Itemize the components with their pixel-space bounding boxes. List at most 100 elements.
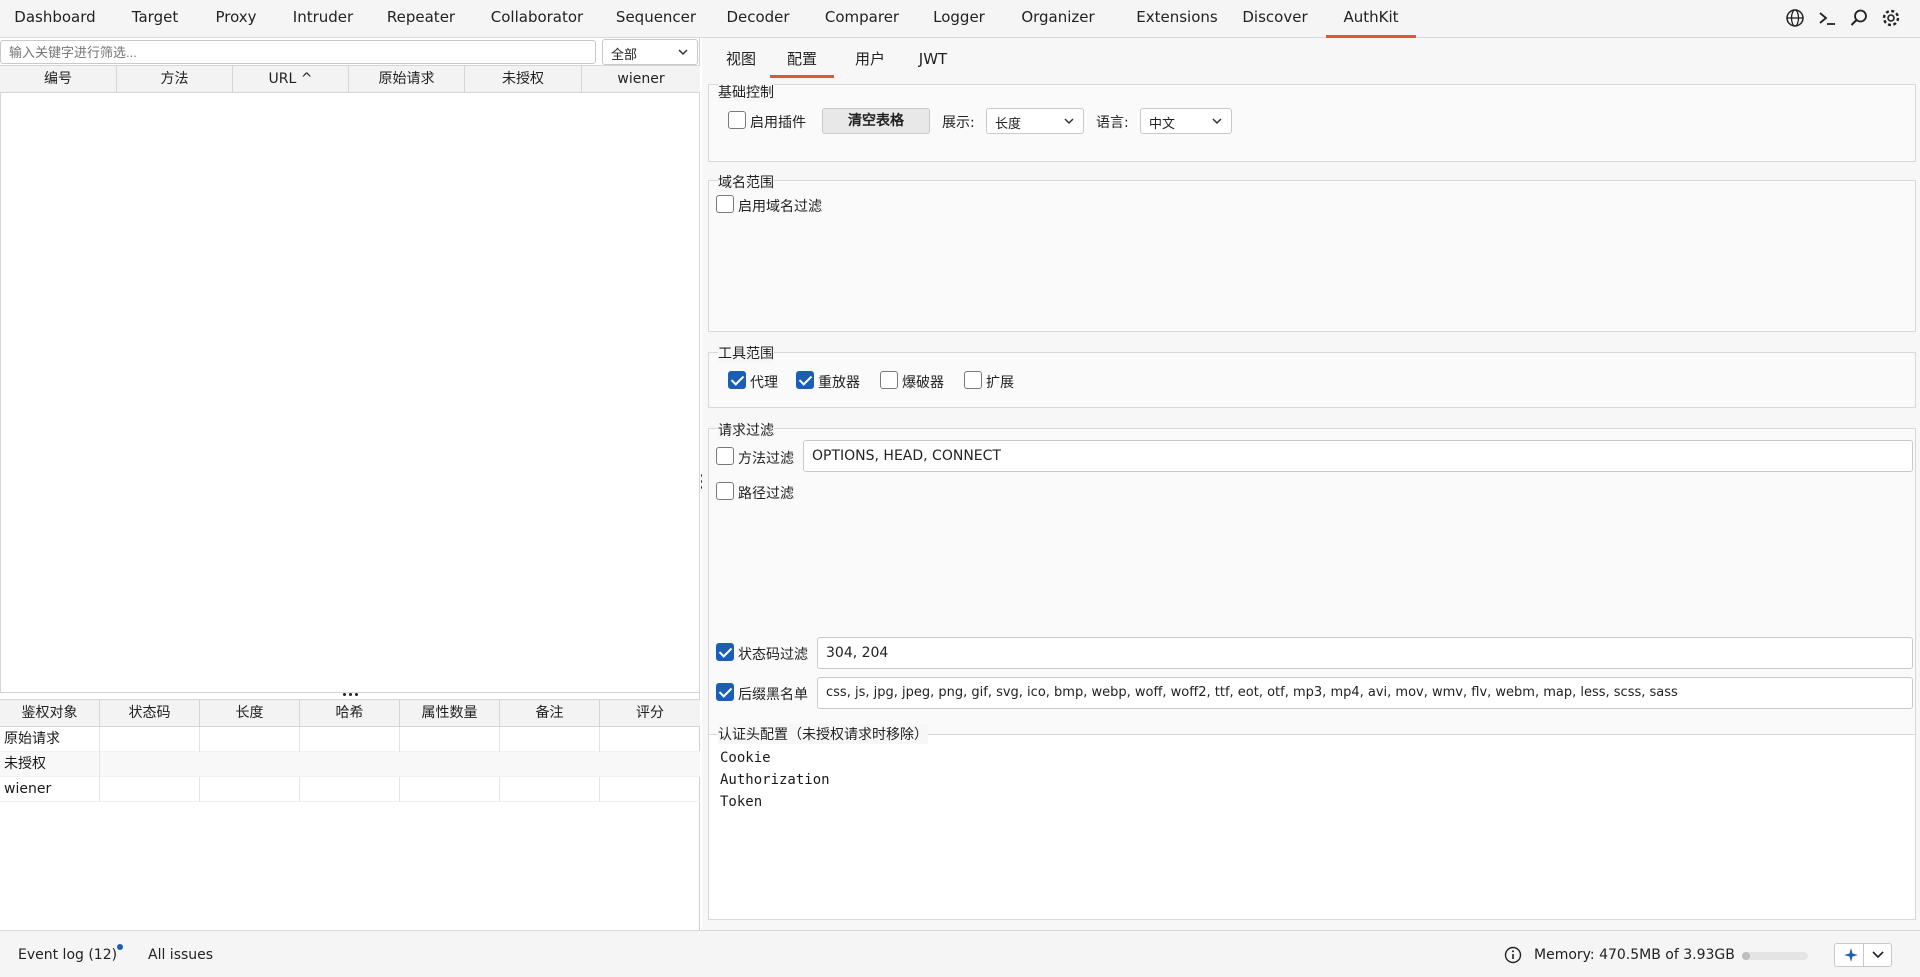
tab-authkit[interactable]: AuthKit — [1326, 0, 1416, 38]
tab-repeater[interactable]: Repeater — [376, 0, 466, 38]
globe-icon[interactable] — [1782, 5, 1808, 31]
auth-header-line: Token — [720, 794, 763, 810]
table-row[interactable]: 未授权 — [0, 752, 700, 777]
ai-assist-button[interactable] — [1834, 943, 1892, 967]
tab-decoder[interactable]: Decoder — [714, 0, 802, 38]
extensions-checkbox[interactable] — [964, 371, 982, 389]
col-score[interactable]: 评分 — [600, 700, 700, 726]
method-filter-label: 方法过滤 — [738, 451, 794, 467]
memory-bar-fill — [1742, 952, 1750, 960]
auth-header-line: Cookie — [720, 750, 771, 766]
tool-scope-title: 工具范围 — [718, 343, 774, 363]
method-filter-checkbox[interactable] — [716, 447, 734, 465]
clear-table-button[interactable]: 清空表格 — [822, 108, 930, 134]
table-row[interactable]: wiener — [0, 777, 700, 802]
chevron-down-icon — [677, 46, 689, 62]
scope-select-value: 全部 — [611, 48, 638, 63]
tab-extensions[interactable]: Extensions — [1122, 0, 1232, 38]
domain-scope-title: 域名范围 — [718, 172, 774, 192]
path-filter-checkbox[interactable] — [716, 482, 734, 500]
col-hash[interactable]: 哈希 — [300, 700, 400, 726]
auth-headers-textarea[interactable]: Cookie Authorization Token — [720, 747, 1910, 813]
domain-scope-group — [708, 180, 1916, 332]
subtab-view[interactable]: 视图 — [714, 48, 768, 78]
proxy-checkbox[interactable] — [728, 371, 746, 389]
auth-header-line: Authorization — [720, 772, 830, 788]
subtab-jwt[interactable]: JWT — [902, 48, 964, 78]
chevron-down-icon — [1211, 115, 1223, 131]
top-nav: Dashboard Target Proxy Intruder Repeater… — [0, 0, 1920, 38]
tab-comparer[interactable]: Comparer — [812, 0, 912, 38]
extensions-label: 扩展 — [986, 375, 1014, 391]
subtab-users[interactable]: 用户 — [840, 48, 900, 78]
language-select-value: 中文 — [1149, 117, 1176, 132]
col-unauth[interactable]: 未授权 — [465, 66, 582, 92]
intruder-checkbox[interactable] — [880, 371, 898, 389]
col-auth-object[interactable]: 鉴权对象 — [0, 700, 100, 726]
tab-collaborator[interactable]: Collaborator — [476, 0, 598, 38]
language-select[interactable]: 中文 — [1140, 108, 1232, 134]
col-note[interactable]: 备注 — [500, 700, 600, 726]
auth-table-header: 鉴权对象 状态码 长度 哈希 属性数量 备注 评分 — [0, 699, 700, 727]
auth-headers-title: 认证头配置（未授权请求时移除） — [718, 724, 928, 744]
col-status[interactable]: 状态码 — [100, 700, 200, 726]
method-filter-input[interactable]: OPTIONS, HEAD, CONNECT — [803, 440, 1913, 472]
row-label: 原始请求 — [0, 727, 100, 752]
proxy-label: 代理 — [750, 375, 778, 391]
basic-control-title: 基础控制 — [718, 82, 774, 102]
suffix-blacklist-input[interactable]: css, js, jpg, jpeg, png, gif, svg, ico, … — [817, 677, 1913, 709]
tab-discover[interactable]: Discover — [1236, 0, 1314, 38]
scope-select[interactable]: 全部 — [602, 39, 698, 65]
event-log-link[interactable]: Event log (12) — [18, 947, 117, 963]
suffix-blacklist-checkbox[interactable] — [716, 683, 734, 701]
display-label: 展示: — [942, 115, 975, 131]
split-handle-icon[interactable] — [340, 690, 360, 698]
memory-readout: Memory: 470.5MB of 3.93GB — [1534, 947, 1735, 963]
tab-target[interactable]: Target — [116, 0, 194, 38]
status-filter-input[interactable]: 304, 204 — [817, 637, 1913, 669]
gear-icon[interactable] — [1878, 5, 1904, 31]
path-filter-label: 路径过滤 — [738, 486, 794, 502]
status-filter-label: 状态码过滤 — [738, 647, 808, 663]
display-select-value: 长度 — [995, 117, 1022, 132]
col-url[interactable]: URL ^ — [233, 66, 349, 92]
col-attr-count[interactable]: 属性数量 — [400, 700, 500, 726]
col-id[interactable]: 编号 — [0, 66, 117, 92]
col-length[interactable]: 长度 — [200, 700, 300, 726]
enable-domain-filter-checkbox[interactable] — [716, 195, 734, 213]
search-icon[interactable] — [1846, 5, 1872, 31]
tab-sequencer[interactable]: Sequencer — [608, 0, 704, 38]
notification-dot-icon — [117, 944, 123, 950]
tab-organizer[interactable]: Organizer — [1006, 0, 1110, 38]
tab-dashboard[interactable]: Dashboard — [6, 0, 104, 38]
language-label: 语言: — [1096, 115, 1129, 131]
col-method[interactable]: 方法 — [117, 66, 233, 92]
status-filter-checkbox[interactable] — [716, 643, 734, 661]
tab-intruder[interactable]: Intruder — [282, 0, 364, 38]
info-icon — [1504, 946, 1522, 968]
all-issues-link[interactable]: All issues — [148, 947, 213, 963]
enable-plugin-label: 启用插件 — [750, 115, 806, 131]
col-original[interactable]: 原始请求 — [349, 66, 465, 92]
col-wiener[interactable]: wiener — [582, 66, 700, 92]
row-label: 未授权 — [0, 752, 100, 777]
terminal-icon[interactable] — [1814, 5, 1840, 31]
enable-domain-filter-label: 启用域名过滤 — [738, 199, 822, 215]
display-select[interactable]: 长度 — [986, 108, 1084, 134]
row-label: wiener — [0, 777, 100, 802]
enable-plugin-checkbox[interactable] — [728, 111, 746, 129]
status-bar: Event log (12) All issues Memory: 470.5M… — [0, 930, 1920, 977]
intruder-label: 爆破器 — [902, 375, 944, 391]
repeater-checkbox[interactable] — [796, 371, 814, 389]
request-table-body[interactable] — [0, 93, 700, 693]
tab-logger[interactable]: Logger — [922, 0, 996, 38]
suffix-blacklist-label: 后缀黑名单 — [738, 687, 808, 703]
tab-proxy[interactable]: Proxy — [200, 0, 272, 38]
subtab-config[interactable]: 配置 — [770, 48, 834, 78]
chevron-down-icon[interactable] — [1871, 949, 1885, 965]
search-input[interactable] — [0, 40, 596, 64]
sparkle-icon — [1843, 947, 1859, 967]
table-row[interactable]: 原始请求 — [0, 727, 700, 752]
repeater-label: 重放器 — [818, 375, 860, 391]
chevron-down-icon — [1063, 115, 1075, 131]
